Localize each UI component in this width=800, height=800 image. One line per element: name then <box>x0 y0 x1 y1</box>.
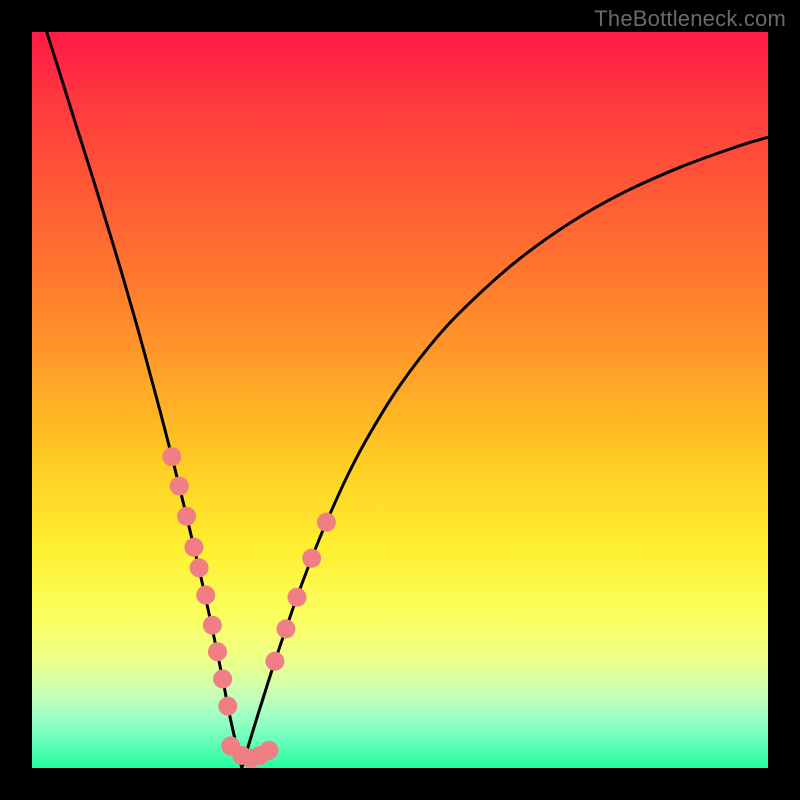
data-dot <box>218 697 237 716</box>
data-dot <box>287 588 306 607</box>
chart-svg <box>32 32 768 768</box>
data-dot <box>302 549 321 568</box>
data-dot <box>208 642 227 661</box>
data-dot <box>317 513 336 532</box>
data-dot <box>184 538 203 557</box>
plot-area <box>32 32 768 768</box>
data-dot <box>162 447 181 466</box>
data-dot <box>259 741 278 760</box>
curve-layer <box>47 32 768 768</box>
data-dot <box>213 669 232 688</box>
data-dot <box>177 507 196 526</box>
watermark-text: TheBottleneck.com <box>594 6 786 32</box>
dot-layer <box>162 447 336 768</box>
data-dot <box>265 652 284 671</box>
data-dot <box>170 477 189 496</box>
chart-frame: TheBottleneck.com <box>0 0 800 800</box>
data-dot <box>190 558 209 577</box>
curve-right-curve <box>242 137 768 768</box>
data-dot <box>203 616 222 635</box>
data-dot <box>276 619 295 638</box>
data-dot <box>196 586 215 605</box>
